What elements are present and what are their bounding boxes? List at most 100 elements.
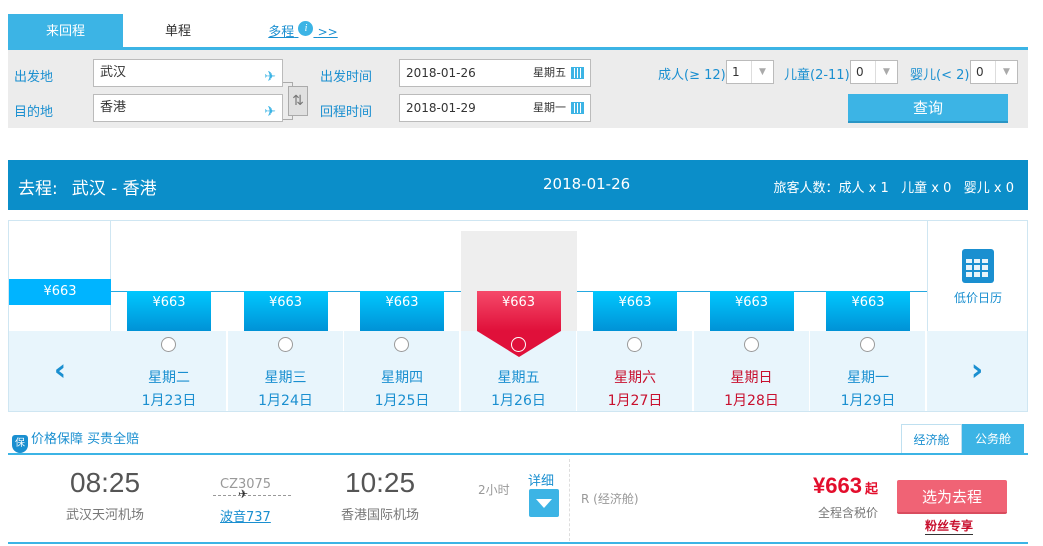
- adult-label: 成人(≥ 12): [658, 68, 726, 83]
- select-outbound-button[interactable]: 选为去程: [897, 480, 1007, 514]
- expand-details-button[interactable]: [529, 489, 559, 517]
- child-label: 儿童(2-11): [784, 68, 850, 83]
- passenger-count: 旅客人数：成人 x 1 儿童 x 0 婴儿 x 0: [773, 181, 1014, 196]
- calendar-day[interactable]: ¥663 星期四 1月25日: [344, 221, 460, 411]
- day-weekday: 星期四: [381, 370, 423, 386]
- calendar-day[interactable]: ¥663 星期五 1月26日: [460, 221, 577, 411]
- calendar-icon: [571, 102, 584, 114]
- day-weekday: 星期二: [148, 370, 190, 386]
- day-price: ¥663: [360, 291, 444, 331]
- from-label: 出发地: [14, 70, 54, 85]
- takeoff-icon: ✈: [264, 69, 276, 85]
- calendar-day[interactable]: ¥663 星期三 1月24日: [227, 221, 344, 411]
- child-value: 0: [856, 65, 864, 79]
- to-input[interactable]: 香港 ✈: [93, 94, 283, 122]
- flight-price: ¥663 起: [813, 473, 878, 499]
- route-date: 2018-01-26: [543, 175, 631, 193]
- calendar-day[interactable]: ¥663 星期一 1月29日: [810, 221, 926, 411]
- landing-icon: ✈: [264, 104, 276, 120]
- chevron-right-icon: ›: [970, 353, 984, 388]
- chevron-down-icon: ▼: [875, 61, 897, 83]
- departure-airport: 武汉天河机场: [66, 508, 145, 523]
- to-value: 香港: [100, 100, 127, 115]
- day-radio[interactable]: [161, 337, 176, 352]
- calendar-day[interactable]: ¥663 星期六 1月27日: [577, 221, 693, 411]
- calendar-icon: [571, 67, 584, 79]
- day-price: ¥663: [826, 291, 910, 331]
- day-radio[interactable]: [860, 337, 875, 352]
- next-week-button[interactable]: ›: [927, 331, 1027, 411]
- day-radio[interactable]: [743, 337, 759, 352]
- from-input[interactable]: 武汉 ✈: [93, 59, 283, 87]
- lowest-price: ¥663: [9, 279, 111, 305]
- low-price-calendar-button[interactable]: 低价日历: [927, 221, 1027, 331]
- day-radio[interactable]: [510, 337, 526, 352]
- day-weekday: 星期日: [730, 370, 773, 386]
- tab-multi-more: >>: [317, 25, 338, 39]
- query-button[interactable]: 查询: [848, 94, 1008, 123]
- day-radio[interactable]: [394, 337, 409, 352]
- trip-type-tabs: 来回程 单程 多程 i >>: [8, 10, 1028, 50]
- flight-row: 08:25 武汉天河机场 CZ3075 ✈ 波音737 10:25 香港国际机场…: [8, 455, 1028, 546]
- infant-value: 0: [976, 65, 984, 79]
- route-line: [213, 495, 291, 496]
- from-value: 武汉: [100, 65, 127, 80]
- adult-select[interactable]: 1 ▼: [726, 60, 774, 84]
- day-weekday: 星期六: [614, 370, 656, 386]
- infant-label: 婴儿(< 2): [910, 68, 970, 83]
- tab-round-trip[interactable]: 来回程: [8, 14, 123, 50]
- route-prefix: 去程:: [18, 179, 58, 199]
- day-date: 1月23日: [141, 393, 197, 409]
- divider: [8, 542, 1028, 544]
- day-weekday: 星期一: [847, 370, 889, 386]
- flight-price-value: ¥663: [813, 473, 862, 498]
- day-radio[interactable]: [277, 337, 293, 352]
- tab-business[interactable]: 公务舱: [962, 424, 1024, 454]
- tab-multi-label: 多程: [268, 25, 295, 40]
- detail-link[interactable]: 详细: [528, 470, 554, 489]
- child-select[interactable]: 0 ▼: [850, 60, 898, 84]
- plane-icon: ✈: [238, 487, 249, 501]
- tab-multi-city[interactable]: 多程 i >>: [263, 14, 343, 50]
- calendar-day[interactable]: ¥663 星期日 1月28日: [693, 221, 810, 411]
- depart-weekday: 星期五: [533, 66, 566, 79]
- chevron-down-icon: ▼: [751, 61, 773, 83]
- price-suffix: 起: [864, 481, 878, 496]
- tax-note: 全程含税价: [818, 506, 879, 520]
- prev-week-button[interactable]: ‹: [9, 331, 111, 411]
- price-guarantee: 保价格保障 买贵全赔: [12, 428, 139, 453]
- day-date: 1月28日: [724, 393, 779, 409]
- infant-select[interactable]: 0 ▼: [970, 60, 1018, 84]
- return-date-input[interactable]: 2018-01-29 星期一: [399, 94, 591, 122]
- depart-time-label: 出发时间: [320, 70, 373, 85]
- day-date: 1月27日: [607, 393, 663, 409]
- arrival-airport: 香港国际机场: [341, 508, 420, 523]
- aircraft-type-link[interactable]: 波音737: [220, 506, 271, 525]
- day-price: ¥663: [593, 291, 677, 331]
- tab-one-way[interactable]: 单程: [123, 14, 233, 50]
- day-price: ¥663: [709, 291, 794, 331]
- calendar-day[interactable]: ¥663 星期二 1月23日: [111, 221, 227, 411]
- to-label: 目的地: [14, 105, 54, 120]
- day-weekday: 星期五: [497, 370, 540, 386]
- day-price: ¥663: [127, 291, 211, 331]
- flight-duration: 2小时: [478, 483, 510, 497]
- day-date: 1月24日: [258, 393, 313, 409]
- depart-date-input[interactable]: 2018-01-26 星期五: [399, 59, 591, 87]
- route-title: 去程: 武汉 - 香港: [18, 174, 157, 199]
- price-guarantee-text: 价格保障 买贵全赔: [31, 432, 140, 447]
- return-weekday: 星期一: [533, 101, 566, 114]
- tab-economy[interactable]: 经济舱: [901, 424, 962, 454]
- chevron-down-icon: ▼: [995, 61, 1017, 83]
- calendar-icon: [962, 249, 994, 283]
- price-calendar: ¥663 ¥663 星期二 1月23日 ¥663 星期三 1月24日 ¥663 星期四 1月25…: [8, 220, 1028, 412]
- fans-exclusive-label: 粉丝专享: [925, 519, 974, 535]
- day-date: 1月29日: [840, 393, 896, 409]
- swap-icon[interactable]: ⇅: [288, 86, 308, 116]
- chevron-left-icon: ‹: [53, 353, 67, 388]
- day-weekday: 星期三: [264, 370, 307, 386]
- day-radio[interactable]: [627, 337, 642, 352]
- departure-time: 08:25: [70, 467, 141, 498]
- day-price: ¥663: [476, 291, 561, 331]
- route-header: 去程: 武汉 - 香港 2018-01-26 旅客人数：成人 x 1 儿童 x 0…: [8, 160, 1028, 210]
